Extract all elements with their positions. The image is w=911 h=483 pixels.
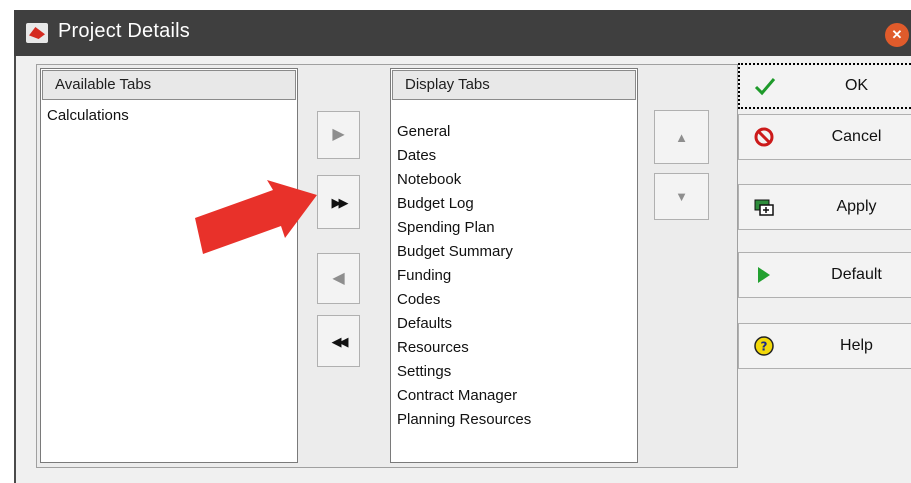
move-left-button[interactable]: ◀ <box>317 253 360 304</box>
move-down-button[interactable]: ▼ <box>654 173 709 220</box>
move-all-right-button[interactable]: ▶▶ <box>317 175 360 229</box>
svg-text:?: ? <box>761 340 768 354</box>
list-item[interactable]: Resources <box>395 336 633 360</box>
default-label: Default <box>831 266 882 283</box>
list-item[interactable]: Budget Log <box>395 192 633 216</box>
display-tabs-list[interactable]: Display Tabs General Dates Notebook Budg… <box>390 68 638 463</box>
available-tabs-list[interactable]: Available Tabs Calculations <box>40 68 298 463</box>
app-logo-icon <box>26 23 48 43</box>
list-item[interactable]: Dates <box>395 144 633 168</box>
move-all-left-button[interactable]: ◀◀ <box>317 315 360 367</box>
apply-icon <box>754 199 774 216</box>
triangle-down-icon: ▼ <box>675 189 688 204</box>
close-icon[interactable]: ✕ <box>885 23 909 47</box>
chevron-left-icon: ◀ <box>332 269 345 287</box>
list-item[interactable]: Notebook <box>395 168 633 192</box>
apply-label: Apply <box>836 198 877 215</box>
move-up-button[interactable]: ▲ <box>654 110 709 164</box>
list-item[interactable]: Calculations <box>45 104 293 128</box>
dialog-body: Available Tabs Calculations ▶ ▶▶ ◀ ◀◀ Di… <box>14 56 911 483</box>
help-icon: ? <box>754 336 774 356</box>
double-chevron-right-icon: ▶▶ <box>331 194 349 210</box>
checkmark-icon <box>754 78 776 96</box>
display-tabs-header[interactable]: Display Tabs <box>392 70 636 100</box>
move-right-button[interactable]: ▶ <box>317 111 360 159</box>
triangle-up-icon: ▲ <box>675 129 688 145</box>
list-item[interactable]: Planning Resources <box>395 408 633 432</box>
window-title: Project Details <box>58 20 190 42</box>
list-item[interactable]: Contract Manager <box>395 384 633 408</box>
list-item[interactable]: General <box>395 120 633 144</box>
default-button[interactable]: Default <box>738 252 911 298</box>
ok-label: OK <box>844 77 869 94</box>
tabs-config-frame: Available Tabs Calculations ▶ ▶▶ ◀ ◀◀ Di… <box>36 64 738 468</box>
title-bar: Project Details ✕ <box>14 10 911 56</box>
ok-button[interactable]: OK <box>738 63 911 109</box>
cancel-button[interactable]: Cancel <box>738 114 911 160</box>
double-chevron-left-icon: ◀◀ <box>331 333 349 349</box>
chevron-right-icon: ▶ <box>332 126 345 143</box>
list-item[interactable]: Funding <box>395 264 633 288</box>
list-item[interactable]: Defaults <box>395 312 633 336</box>
help-label: Help <box>840 337 873 354</box>
cancel-label: Cancel <box>831 128 882 145</box>
annotation-arrow-icon <box>195 180 317 254</box>
prohibited-icon <box>754 127 774 147</box>
available-tabs-header[interactable]: Available Tabs <box>42 70 296 100</box>
list-item[interactable]: Spending Plan <box>395 216 633 240</box>
help-button[interactable]: ? Help <box>738 323 911 369</box>
play-triangle-icon <box>758 267 770 283</box>
display-tabs-items: General Dates Notebook Budget Log Spendi… <box>395 120 633 432</box>
available-tabs-items: Calculations <box>45 104 293 128</box>
list-item[interactable]: Settings <box>395 360 633 384</box>
list-item[interactable]: Budget Summary <box>395 240 633 264</box>
list-item[interactable]: Codes <box>395 288 633 312</box>
apply-button[interactable]: Apply <box>738 184 911 230</box>
